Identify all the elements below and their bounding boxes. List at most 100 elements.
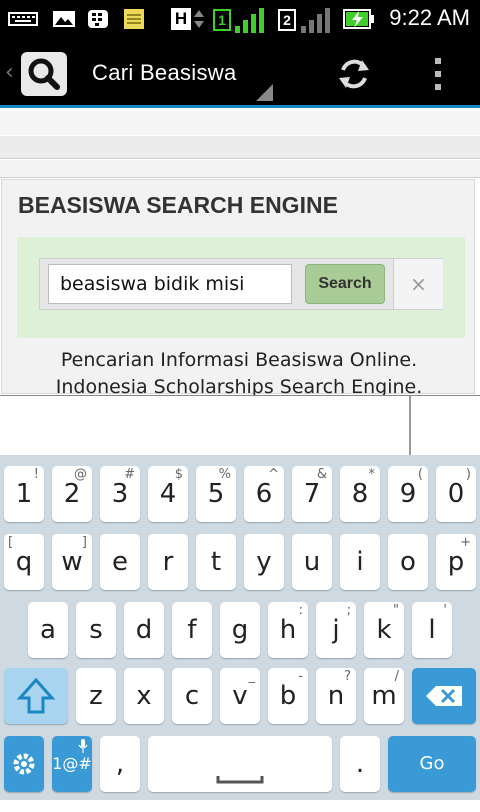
gear-icon (13, 753, 35, 775)
key-0[interactable]: 0) (436, 466, 476, 522)
space-bar-icon (216, 776, 264, 784)
key-label: a (40, 615, 56, 645)
key-1[interactable]: 1! (4, 466, 44, 522)
key-secondary-label: - (298, 669, 303, 684)
key-label: w (61, 547, 83, 577)
key-secondary-label: ; (346, 603, 351, 618)
refresh-icon[interactable] (335, 54, 373, 94)
network-type-h: H (171, 8, 191, 30)
key-y[interactable]: y (244, 534, 284, 590)
key-label: v (232, 681, 248, 711)
key-secondary-label: ' (443, 603, 447, 618)
settings-key[interactable] (4, 736, 44, 792)
key-4[interactable]: 4 $ (148, 466, 188, 522)
key-a[interactable]: a (28, 602, 68, 658)
key-z[interactable]: z (76, 668, 116, 724)
key-label: i (356, 547, 364, 577)
key-c[interactable]: c (172, 668, 212, 724)
key-6[interactable]: 6 ^ (244, 466, 284, 522)
key-q[interactable]: q[ (4, 534, 44, 590)
search-area: beasiswa bidik misi Search × (17, 237, 465, 338)
go-key[interactable]: Go (388, 736, 476, 792)
key-label: n (327, 681, 345, 711)
key-label: t (210, 547, 222, 577)
key-secondary-label: [ (8, 535, 14, 550)
key-label: 8 (351, 479, 369, 509)
key-secondary-label: ( (417, 467, 423, 482)
key-r[interactable]: r (148, 534, 188, 590)
space-key[interactable] (148, 736, 332, 792)
key-j[interactable]: j; (316, 602, 356, 658)
key-l[interactable]: l ' (412, 602, 452, 658)
key-label: 6 (255, 479, 273, 509)
key-label: 0 (447, 479, 465, 509)
backspace-key[interactable] (412, 668, 476, 724)
key-label: f (187, 615, 197, 645)
symbols-key[interactable]: 1@# (52, 736, 92, 792)
page-band (0, 135, 480, 159)
key-u[interactable]: u (292, 534, 332, 590)
key-secondary-label: $ (174, 467, 183, 482)
key-s[interactable]: s (76, 602, 116, 658)
key-secondary-label: ^ (268, 467, 279, 482)
search-button[interactable]: Search (305, 264, 385, 304)
key-label: p (447, 547, 465, 577)
period-key[interactable]: . (340, 736, 380, 792)
search-icon (28, 58, 60, 90)
key-9[interactable]: 9( (388, 466, 428, 522)
key-label: j (332, 615, 340, 645)
key-secondary-label: ? (344, 669, 351, 684)
key-n[interactable]: n? (316, 668, 356, 724)
key-e[interactable]: e (100, 534, 140, 590)
key-label: m (371, 681, 397, 711)
shift-key[interactable] (4, 668, 68, 724)
key-2[interactable]: 2 @ (52, 466, 92, 522)
key-5[interactable]: 5% (196, 466, 236, 522)
key-w[interactable]: w] (52, 534, 92, 590)
key-label: h (279, 615, 297, 645)
key-v[interactable]: v _ (220, 668, 260, 724)
page-title[interactable]: Cari Beasiswa (92, 60, 237, 86)
key-k[interactable]: k " (364, 602, 404, 658)
key-3[interactable]: 3 # (100, 466, 140, 522)
key-o[interactable]: o (388, 534, 428, 590)
key-label: g (231, 615, 249, 645)
clock: 9:22 AM (389, 5, 470, 30)
status-bar: H 1 2 9:22 AM (0, 0, 480, 38)
key-8[interactable]: 8 * (340, 466, 380, 522)
overflow-menu-icon[interactable] (426, 56, 450, 92)
key-label: 2 (63, 479, 81, 509)
key-d[interactable]: d (124, 602, 164, 658)
signal-strength-sim1-icon (235, 8, 264, 33)
key-b[interactable]: b- (268, 668, 308, 724)
key-label: 5 (207, 479, 225, 509)
backspace-icon (426, 686, 462, 706)
key-i[interactable]: i (340, 534, 380, 590)
tagline-line-1: Pencarian Informasi Beasiswa Online. (60, 349, 418, 371)
key-m[interactable]: m / (364, 668, 404, 724)
key-secondary-label: & (316, 467, 327, 482)
key-f[interactable]: f (172, 602, 212, 658)
key-g[interactable]: g (220, 602, 260, 658)
chevron-left-icon[interactable]: ‹ (5, 60, 14, 85)
comma-key[interactable]: , (100, 736, 140, 792)
key-secondary-label: ] (81, 535, 87, 550)
key-label: k (376, 615, 392, 645)
key-label: 9 (399, 479, 417, 509)
key-label: z (89, 681, 103, 711)
key-t[interactable]: t (196, 534, 236, 590)
soft-keyboard: 1! 2 @3 #4 $5% 6 ^ 7 & 8 * 9(0) q[w] e r t y u i o p + asdfg… (0, 455, 480, 800)
key-label: l (428, 615, 436, 645)
clear-button[interactable]: × (393, 259, 443, 309)
key-7[interactable]: 7 & (292, 466, 332, 522)
key-h[interactable]: h: (268, 602, 308, 658)
key-secondary-label: * (368, 467, 376, 482)
key-p[interactable]: p + (436, 534, 476, 590)
key-label: u (303, 547, 321, 577)
key-label: o (400, 547, 416, 577)
key-label: d (135, 615, 153, 645)
key-label: s (89, 615, 103, 645)
search-input[interactable]: beasiswa bidik misi (48, 264, 292, 304)
app-home-button[interactable] (21, 52, 67, 96)
key-x[interactable]: x (124, 668, 164, 724)
